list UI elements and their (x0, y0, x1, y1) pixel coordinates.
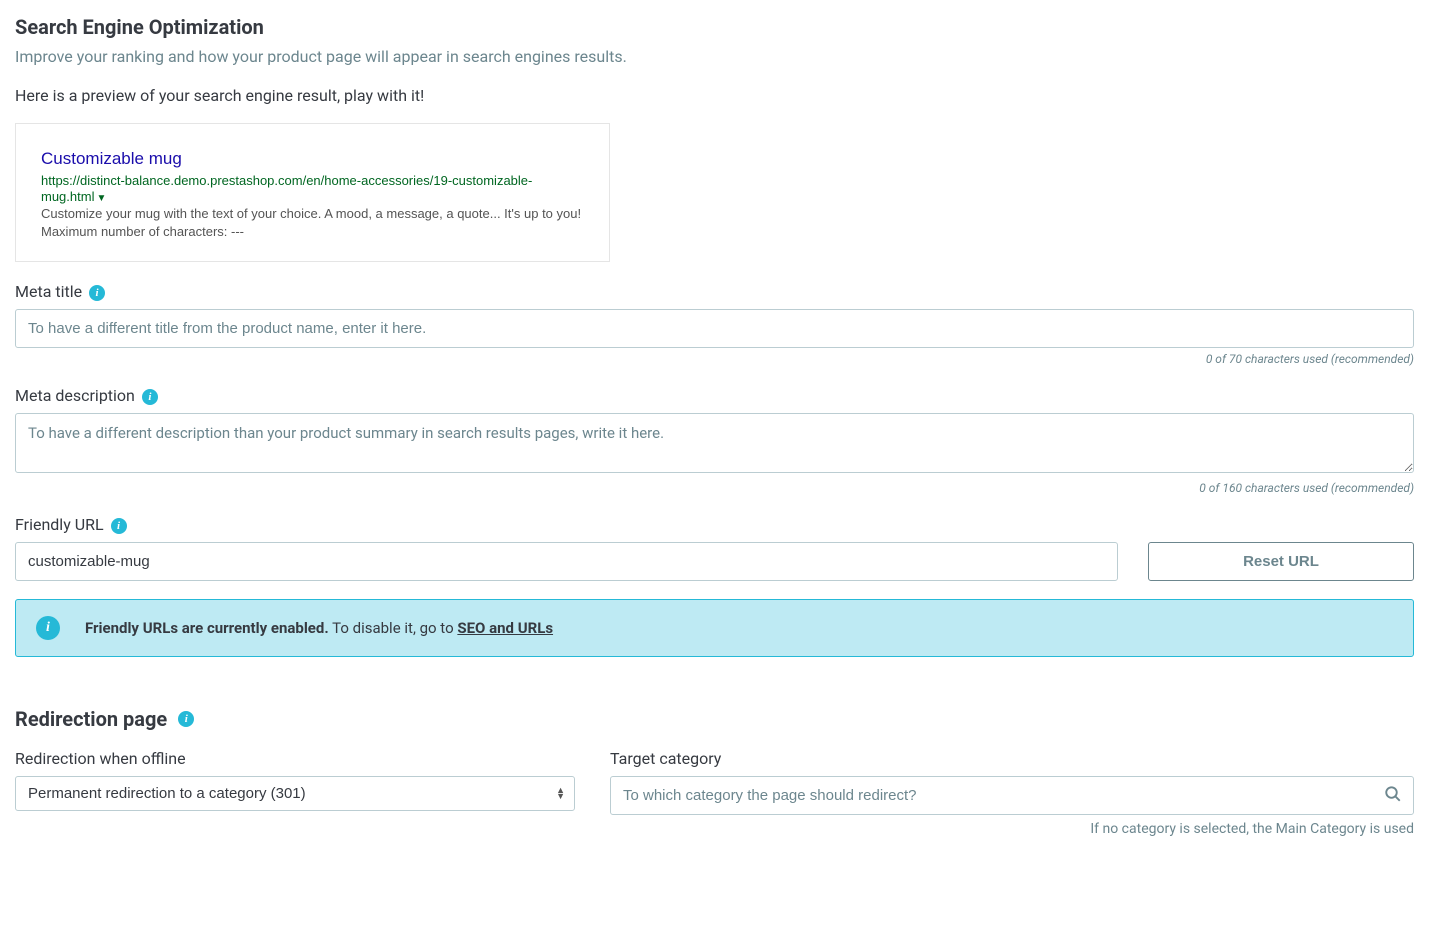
seo-heading: Search Engine Optimization (15, 15, 1414, 39)
target-category-hint: If no category is selected, the Main Cat… (610, 821, 1414, 837)
friendly-url-label: Friendly URL i (15, 515, 1414, 534)
seo-urls-link[interactable]: SEO and URLs (457, 619, 553, 637)
redirection-offline-group: Redirection when offline Permanent redir… (15, 749, 575, 837)
caret-down-icon: ▼ (96, 193, 106, 204)
serp-preview-url: https://distinct-balance.demo.prestashop… (41, 173, 532, 204)
info-icon: i (36, 616, 60, 640)
alert-text: Friendly URLs are currently enabled. To … (85, 619, 553, 637)
friendly-url-alert: i Friendly URLs are currently enabled. T… (15, 599, 1414, 657)
serp-preview: Customizable mug https://distinct-balanc… (15, 123, 610, 262)
meta-title-input[interactable] (15, 309, 1414, 348)
friendly-url-input[interactable] (15, 542, 1118, 581)
preview-intro: Here is a preview of your search engine … (15, 86, 1414, 105)
target-category-input[interactable] (610, 776, 1414, 815)
info-icon[interactable]: i (142, 389, 158, 405)
info-icon[interactable]: i (111, 518, 127, 534)
meta-title-group: Meta title i 0 of 70 characters used (re… (15, 282, 1414, 366)
target-category-group: Target category If no category is select… (610, 749, 1414, 837)
serp-preview-title: Customizable mug (41, 149, 584, 169)
target-category-label: Target category (610, 749, 1414, 768)
meta-description-label: Meta description i (15, 386, 1414, 405)
redirection-section: Redirection page i Redirection when offl… (15, 707, 1414, 837)
meta-description-counter: 0 of 160 characters used (recommended) (15, 481, 1414, 495)
reset-url-button[interactable]: Reset URL (1148, 542, 1414, 581)
serp-preview-description: Customize your mug with the text of your… (41, 205, 584, 241)
info-icon[interactable]: i (89, 285, 105, 301)
meta-title-counter: 0 of 70 characters used (recommended) (15, 352, 1414, 366)
info-icon[interactable]: i (178, 711, 194, 727)
meta-title-label: Meta title i (15, 282, 1414, 301)
meta-description-group: Meta description i 0 of 160 characters u… (15, 386, 1414, 495)
friendly-url-group: Friendly URL i Reset URL i Friendly URLs… (15, 515, 1414, 657)
meta-description-input[interactable] (15, 413, 1414, 473)
redirection-type-select[interactable]: Permanent redirection to a category (301… (15, 776, 575, 811)
redirection-heading: Redirection page (15, 707, 167, 731)
seo-subtitle: Improve your ranking and how your produc… (15, 47, 1414, 66)
seo-section: Search Engine Optimization Improve your … (15, 15, 1414, 657)
serp-preview-url-row: https://distinct-balance.demo.prestashop… (41, 173, 584, 205)
redirection-offline-label: Redirection when offline (15, 749, 575, 768)
